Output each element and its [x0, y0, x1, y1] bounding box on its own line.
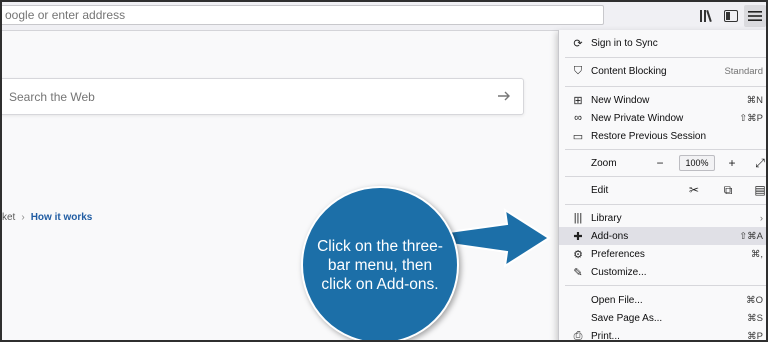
menu-zoom: Zoom − 100% + ⤢: [559, 154, 766, 172]
zoom-out-button[interactable]: −: [653, 156, 667, 170]
chevron-right-icon: ›: [759, 212, 763, 224]
menu-label: New Private Window: [591, 112, 684, 124]
new-window-icon: ⊞: [573, 94, 583, 107]
callout-text: Click on the three-bar menu, then click …: [317, 237, 443, 293]
puzzle-icon: ✚: [573, 230, 583, 243]
library-icon[interactable]: [698, 7, 716, 25]
callout-bubble: Click on the three-bar menu, then click …: [301, 186, 459, 340]
shortcut: ⌘N: [746, 94, 763, 106]
menu-new-private-window[interactable]: ∞ New Private Window ⇧⌘P: [559, 109, 766, 127]
shortcut: ⇧⌘A: [739, 230, 763, 242]
address-bar[interactable]: [2, 5, 604, 25]
callout-arrow: [447, 208, 551, 268]
paintbrush-icon: ✎: [573, 266, 583, 279]
shortcut: ⌘P: [747, 330, 763, 342]
browser-window: ket › How it works Click on the three-ba…: [0, 0, 768, 342]
zoom-reset-button[interactable]: 100%: [679, 155, 715, 171]
web-search-box[interactable]: [2, 78, 524, 115]
shield-icon: ⛉: [573, 64, 583, 77]
menu-label: Edit: [591, 184, 609, 196]
divider: [565, 86, 766, 87]
menu-label: Add-ons: [591, 230, 629, 242]
shortcut: ⌘,: [750, 248, 763, 260]
shortcut: ⇧⌘P: [739, 112, 763, 124]
library-icon: |||: [573, 212, 583, 224]
pocket-text: ket: [2, 212, 16, 223]
content-blocking-value: Standard: [724, 65, 763, 77]
menu-label: Preferences: [591, 248, 645, 260]
menu-label: Sign in to Sync: [591, 37, 658, 49]
sidebar-icon[interactable]: [722, 7, 740, 25]
printer-icon: ⎙: [573, 329, 583, 342]
menu-content-blocking[interactable]: ⛉ Content Blocking Standard: [559, 62, 766, 80]
toolbar: [2, 2, 766, 31]
menu-label: Restore Previous Session: [591, 130, 707, 142]
menu-restore-session[interactable]: ▭ Restore Previous Session: [559, 127, 766, 145]
menu-edit: Edit ✂ ⧉ ▤: [559, 181, 766, 199]
copy-icon[interactable]: ⧉: [721, 183, 735, 197]
cut-icon[interactable]: ✂: [687, 183, 701, 197]
chevron-right-icon: ›: [21, 212, 25, 223]
pocket-footer: ket › How it works: [2, 212, 92, 223]
menu-label: Save Page As...: [591, 312, 663, 324]
menu-label: Library: [591, 212, 622, 224]
address-input[interactable]: [5, 7, 585, 23]
fullscreen-icon[interactable]: ⤢: [753, 156, 766, 170]
private-mask-icon: ∞: [574, 112, 582, 124]
menu-print[interactable]: ⎙ Print... ⌘P: [559, 327, 766, 342]
menu-save-page[interactable]: Save Page As... ⌘S: [559, 309, 766, 327]
sync-icon: ⟳: [573, 37, 583, 50]
restore-icon: ▭: [572, 130, 584, 143]
menu-open-file[interactable]: Open File... ⌘O: [559, 291, 766, 309]
menu-label: Zoom: [591, 157, 617, 169]
shortcut: ⌘O: [746, 294, 763, 306]
menu-label: Customize...: [591, 266, 647, 278]
menu-label: Print...: [591, 330, 620, 342]
app-menu: ⟳ Sign in to Sync ⛉ Content Blocking Sta…: [558, 30, 766, 342]
gear-icon: ⚙: [573, 248, 583, 261]
paste-icon[interactable]: ▤: [753, 183, 766, 197]
shortcut: ⌘S: [747, 312, 763, 324]
search-input[interactable]: [9, 88, 479, 106]
hamburger-menu-icon[interactable]: [744, 5, 766, 27]
menu-preferences[interactable]: ⚙ Preferences ⌘,: [559, 245, 766, 263]
menu-customize[interactable]: ✎ Customize...: [559, 263, 766, 281]
divider: [565, 57, 766, 58]
arrow-right-icon[interactable]: [495, 87, 513, 105]
divider: [565, 204, 766, 205]
menu-add-ons[interactable]: ✚ Add-ons ⇧⌘A: [559, 227, 766, 245]
menu-new-window[interactable]: ⊞ New Window ⌘N: [559, 91, 766, 109]
how-it-works-link[interactable]: How it works: [31, 212, 93, 223]
menu-label: Open File...: [591, 294, 643, 306]
zoom-in-button[interactable]: +: [725, 156, 739, 170]
menu-sign-in[interactable]: ⟳ Sign in to Sync: [559, 34, 766, 52]
divider: [565, 285, 766, 286]
menu-label: Content Blocking: [591, 65, 667, 77]
menu-label: New Window: [591, 94, 650, 106]
divider: [565, 176, 766, 177]
divider: [565, 149, 766, 150]
menu-library[interactable]: ||| Library ›: [559, 209, 766, 227]
